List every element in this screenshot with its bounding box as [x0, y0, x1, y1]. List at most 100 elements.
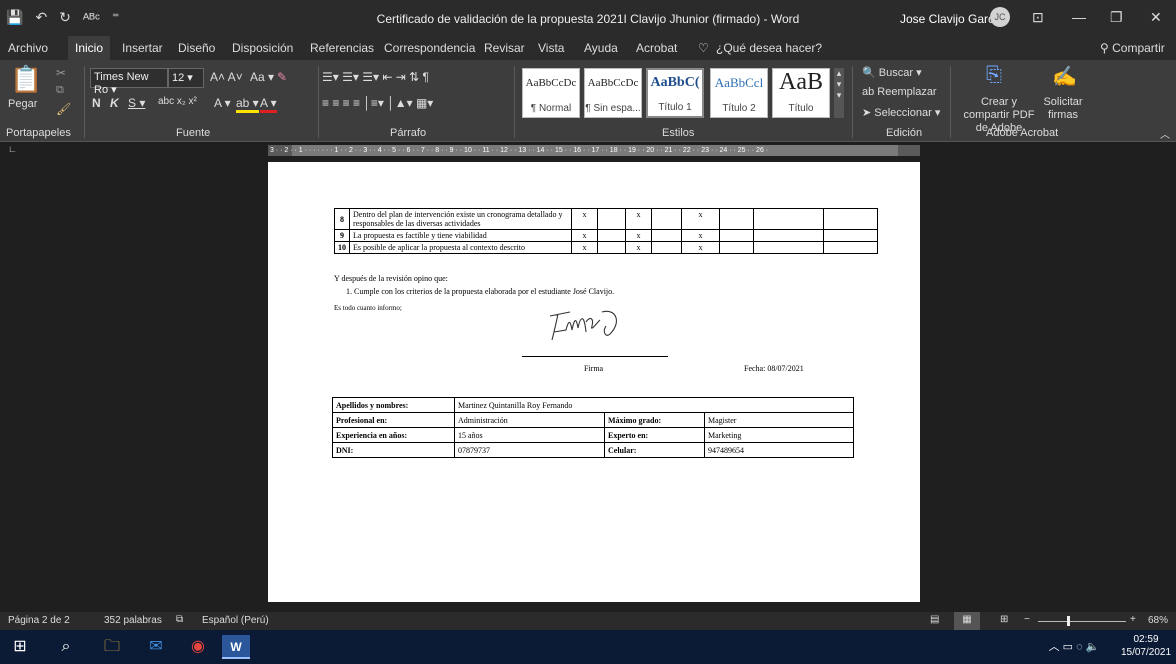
italic-icon[interactable]: K — [110, 96, 119, 110]
adobe-sign-button[interactable]: Solicitar firmas — [1040, 96, 1086, 122]
table-row: 8 Dentro del plan de intervención existe… — [334, 208, 878, 230]
style-sample: AaBbCcDc — [525, 77, 577, 89]
search-icon: 🔍 — [862, 67, 879, 79]
mark-cell — [651, 241, 682, 254]
tab-revisar[interactable]: Revisar — [484, 41, 525, 55]
mark-cell: x — [681, 208, 720, 230]
windows-start-icon[interactable]: ⊞ — [8, 635, 32, 659]
tab-referencias[interactable]: Referencias — [310, 41, 374, 55]
style-name: Título 1 — [658, 102, 692, 113]
tab-insertar[interactable]: Insertar — [122, 41, 163, 55]
tab-vista[interactable]: Vista — [538, 41, 564, 55]
tab-inicio[interactable]: Inicio — [68, 36, 111, 60]
font-color-icon[interactable]: A ▾ — [260, 96, 277, 113]
info-label: Experiencia en años: — [332, 427, 455, 443]
restore-icon[interactable]: ❐ — [1110, 9, 1123, 26]
proofing-icon[interactable]: ⧉ — [176, 614, 183, 625]
underline-icon[interactable]: S ▾ — [128, 96, 145, 110]
clear-format-icon[interactable]: ✎ — [277, 70, 287, 84]
document-page[interactable]: 8 Dentro del plan de intervención existe… — [268, 162, 920, 602]
file-explorer-icon[interactable]: 🗀 — [100, 635, 124, 659]
info-value: Marketing — [704, 427, 854, 443]
style-name: ¶ Sin espa... — [585, 103, 641, 114]
horizontal-ruler[interactable]: 3 · · 2 · · 1 · · · · · · · 1 · · 2 · · … — [268, 145, 920, 156]
seleccionar-button[interactable]: ➤ Seleccionar ▾ — [862, 106, 940, 119]
clock[interactable]: 02:59 15/07/2021 — [1120, 633, 1172, 659]
web-layout-icon[interactable]: ⊞ — [1000, 614, 1008, 625]
mark-cell — [719, 208, 754, 230]
mark-cell — [823, 241, 878, 254]
language[interactable]: Español (Perú) — [202, 615, 269, 626]
expert-info-table: Apellidos y nombres: Martinez Quintanill… — [332, 397, 854, 458]
text-effects-icon[interactable]: A ▾ — [214, 96, 231, 110]
mark-cell — [753, 229, 824, 242]
align-left-icon[interactable]: ≡ ≡ ≡ ≡ │≡▾ │▲▾ ▦▾ — [322, 96, 433, 110]
tab-correspondencia[interactable]: Correspondencia — [384, 41, 475, 55]
share-button[interactable]: ⚲ Compartir — [1100, 41, 1165, 55]
minimize-icon[interactable]: — — [1072, 9, 1086, 25]
chrome-icon[interactable]: ◉ — [186, 635, 210, 659]
grow-font-icon[interactable]: A˄ A˅ — [210, 70, 243, 84]
read-mode-icon[interactable]: ▤ — [930, 614, 939, 625]
tab-diseno[interactable]: Diseño — [178, 41, 215, 55]
info-label: Profesional en: — [332, 412, 455, 428]
bullets-icon[interactable]: ☰▾ ☰▾ ☰▾ ⇤ ⇥ ⇅ ¶ — [322, 70, 429, 84]
tell-me-input[interactable]: ¿Qué desea hacer? — [716, 41, 822, 55]
style-sin-espaciado[interactable]: AaBbCcDc ¶ Sin espa... — [584, 68, 642, 118]
mark-cell — [597, 208, 626, 230]
mark-cell: x — [625, 229, 652, 242]
style-normal[interactable]: AaBbCcDc ¶ Normal — [522, 68, 580, 118]
mark-cell — [651, 229, 682, 242]
paste-button[interactable]: Pegar — [8, 98, 37, 110]
mail-icon[interactable]: ✉ — [144, 635, 168, 659]
collapse-ribbon-icon[interactable]: ︿ — [1160, 126, 1170, 141]
style-titulo-1[interactable]: AaBbC(Título 1 — [646, 68, 704, 118]
cut-icon[interactable]: ✂ — [56, 66, 66, 80]
item-number: 8 — [334, 208, 350, 230]
buscar-button[interactable]: 🔍 Buscar ▾ — [862, 66, 922, 79]
system-tray-icons[interactable]: ︿ ▭ ◌ 🔈 — [1034, 635, 1114, 659]
ruler-numbers: 3 · · 2 · · 1 · · · · · · · 1 · · 2 · · … — [270, 147, 769, 154]
avatar[interactable]: JC — [990, 7, 1010, 27]
sign-icon[interactable]: ✍ — [1052, 64, 1077, 89]
user-name[interactable]: Jose Clavijo Garcia — [900, 12, 1003, 26]
style-titulo[interactable]: AaB Título — [772, 68, 830, 118]
word-taskbar-icon[interactable]: W — [222, 635, 250, 659]
font-size-select[interactable]: 12 ▾ — [168, 68, 204, 88]
page-count[interactable]: Página 2 de 2 — [8, 615, 70, 626]
change-case-icon[interactable]: Aa ▾ — [250, 70, 274, 84]
strikethrough-icon[interactable]: abc x₂ x² — [158, 96, 197, 107]
copy-icon[interactable]: ⧉ — [56, 84, 64, 97]
zoom-out-icon[interactable]: − — [1024, 614, 1030, 625]
group-label-portapapeles: Portapapeles — [6, 127, 71, 139]
format-painter-icon[interactable]: 🖌 — [56, 102, 71, 116]
reemplazar-button[interactable]: ab Reemplazar — [862, 86, 937, 98]
paste-icon[interactable]: 📋 — [10, 64, 42, 95]
style-sample: AaBbCcl — [714, 75, 764, 90]
info-label: Experto en: — [604, 427, 705, 443]
ribbon-display-icon[interactable]: ⊡ — [1032, 9, 1044, 26]
zoom-slider[interactable] — [1038, 621, 1126, 622]
search-icon[interactable]: ⌕ — [54, 635, 78, 659]
close-icon[interactable]: ✕ — [1150, 9, 1162, 26]
tab-stop-icon[interactable]: ∟ — [8, 144, 17, 154]
pdf-create-icon[interactable]: ⎘ — [986, 64, 1002, 87]
zoom-in-icon[interactable]: + — [1130, 614, 1136, 625]
tab-archivo[interactable]: Archivo — [8, 41, 48, 55]
tab-acrobat[interactable]: Acrobat — [636, 41, 677, 55]
zoom-slider-thumb[interactable] — [1067, 616, 1070, 626]
info-value: 947489654 — [704, 442, 854, 458]
tab-ayuda[interactable]: Ayuda — [584, 41, 618, 55]
info-label: DNI: — [332, 442, 455, 458]
style-titulo-2[interactable]: AaBbCcl Título 2 — [710, 68, 768, 118]
style-sample: AaB — [779, 69, 823, 95]
highlight-icon[interactable]: ab ▾ — [236, 96, 259, 113]
font-name-select[interactable]: Times New Ro ▾ — [90, 68, 168, 96]
word-count[interactable]: 352 palabras — [104, 615, 162, 626]
tab-disposicion[interactable]: Disposición — [232, 41, 293, 55]
styles-scroll[interactable]: ▴ ▾ ▾ — [834, 68, 844, 118]
print-layout-icon[interactable]: ▦ — [954, 612, 980, 630]
bold-icon[interactable]: N — [92, 96, 101, 110]
zoom-level[interactable]: 68% — [1148, 615, 1168, 626]
item-number: 9 — [334, 229, 350, 242]
